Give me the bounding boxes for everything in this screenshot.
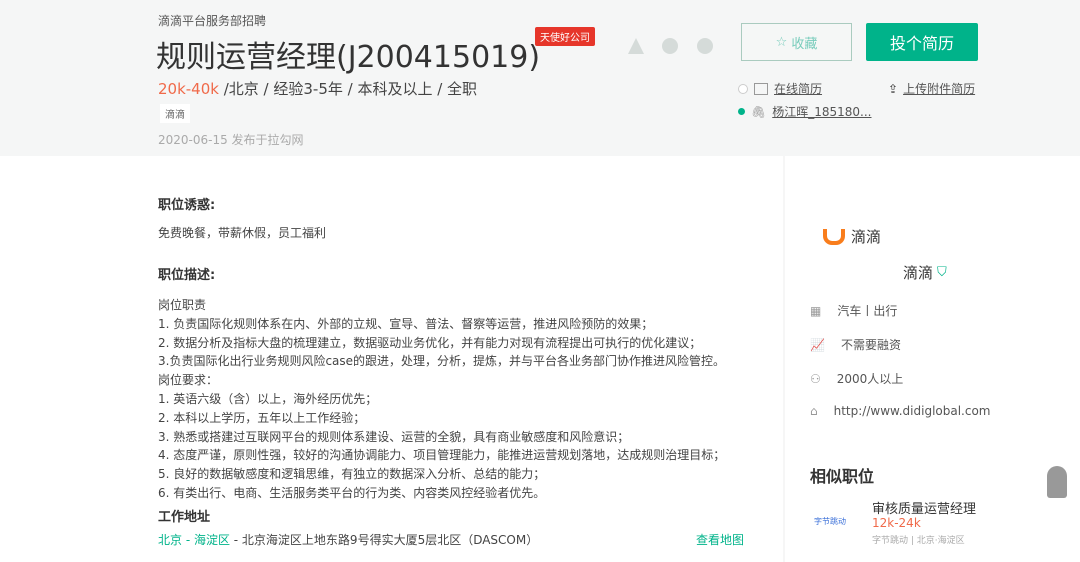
address-city-link[interactable]: 北京 - 海淀区 [158, 533, 230, 547]
job-meta: 20k-40k /北京 / 经验3-5年 / 本科及以上 / 全职 [158, 78, 477, 99]
company-logo[interactable]: 滴滴 [823, 226, 881, 247]
perks: 免费晚餐，带薪休假，员工福利 [158, 226, 327, 240]
back-to-top-rocket-icon[interactable] [1047, 466, 1067, 498]
apply-button[interactable]: 投个简历 [866, 23, 978, 61]
radio-selected-icon[interactable] [738, 108, 745, 115]
salary: 20k-40k [158, 80, 219, 98]
perks-title: 职位诱惑: [158, 198, 216, 213]
job-tag: 滴滴 [160, 104, 190, 123]
paperclip-icon: 🖇 [751, 104, 767, 119]
weibo-icon[interactable] [697, 38, 713, 54]
verified-shield-icon: ⛉ [937, 265, 947, 280]
favorite-button[interactable]: ☆ 收藏 [741, 23, 852, 61]
similar-jobs-title: 相似职位 [810, 467, 875, 486]
description-title: 职位描述: [158, 268, 216, 283]
view-map-link[interactable]: 查看地图 [696, 531, 744, 548]
upload-icon: ⇪ [888, 81, 899, 96]
job-title: 规则运营经理(J200415019) [156, 40, 541, 75]
funding: 📈 不需要融资 [810, 338, 901, 352]
attachment-resume-option[interactable]: 🖇 杨江晖_185180... [738, 103, 872, 120]
department: 滴滴平台服务部招聘 [158, 14, 267, 28]
website: ⌂ http://www.didiglobal.com [810, 404, 991, 418]
didi-logo-icon [823, 228, 845, 245]
industry-icon: ▦ [810, 304, 822, 318]
job-detail: 职位诱惑: 免费晚餐，带薪休假，员工福利 职位描述: 岗位职责 1. 负责国际化规… [0, 156, 783, 562]
company-sidebar: 滴滴 滴滴 ⛉ ▦ 汽车丨出行 📈 不需要融资 ⚇ 2000人以上 ⌂ http://ww… [785, 156, 1080, 562]
job-description: 岗位职责 1. 负责国际化规则体系在内、外部的立规、宣导、普法、督察等运营，推进风… [158, 298, 726, 500]
job-requirements: /北京 / 经验3-5年 / 本科及以上 / 全职 [218, 80, 478, 98]
home-icon: ⌂ [810, 404, 818, 418]
company-name[interactable]: 滴滴 ⛉ [903, 262, 947, 283]
similar-company-logo: 字节跳动 [814, 517, 846, 526]
address: 北京 - 海淀区 - 北京海淀区上地东路9号得实大厦5层北区（DASCOM） [158, 533, 539, 547]
online-resume-option[interactable]: 在线简历 [738, 80, 822, 97]
upload-resume-link[interactable]: ⇪ 上传附件简历 [888, 80, 975, 97]
publish-date: 2020-06-15 发布于拉勾网 [158, 133, 304, 147]
chart-icon: 📈 [810, 338, 825, 352]
star-icon: ☆ [775, 34, 788, 50]
company-badge: 天使好公司 [535, 27, 595, 46]
address-title: 工作地址 [158, 510, 211, 525]
company-size: ⚇ 2000人以上 [810, 372, 904, 386]
people-icon: ⚇ [810, 372, 821, 386]
radio-icon[interactable] [738, 83, 748, 94]
wechat-icon[interactable] [662, 38, 678, 54]
resume-icon [754, 82, 768, 95]
industry: ▦ 汽车丨出行 [810, 304, 898, 318]
